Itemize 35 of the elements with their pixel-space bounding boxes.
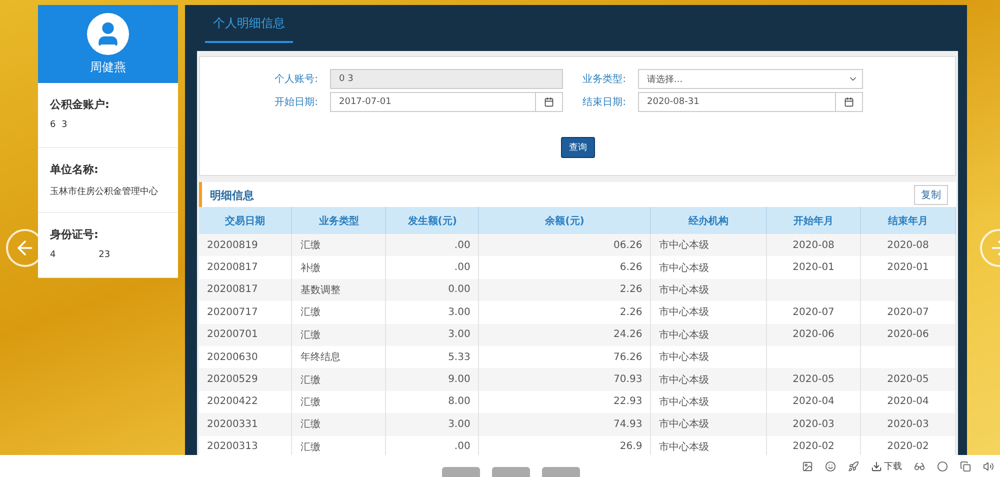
column-header[interactable]: 开始年月 bbox=[766, 207, 861, 234]
end-date-field[interactable]: 2020-08-31 bbox=[638, 92, 863, 112]
avatar-icon bbox=[87, 12, 129, 54]
field-value: 玉林市住房公积金管理中心 bbox=[50, 186, 159, 198]
section-title: 明细信息 bbox=[209, 188, 254, 202]
smiley-icon[interactable] bbox=[825, 460, 836, 472]
glasses-icon[interactable] bbox=[914, 460, 925, 472]
column-header[interactable]: 经办机构 bbox=[650, 207, 767, 234]
column-header[interactable]: 业务类型 bbox=[292, 207, 386, 234]
user-name: 周健燕 bbox=[90, 58, 126, 76]
field-label: 个人账号: bbox=[274, 72, 319, 86]
tab[interactable]: 个人明细信息 bbox=[205, 5, 293, 43]
download-icon bbox=[871, 460, 882, 472]
field-label: 身份证号: bbox=[50, 227, 100, 242]
column-header[interactable]: 交易日期 bbox=[199, 207, 292, 234]
image-icon[interactable] bbox=[802, 460, 813, 472]
speaker-icon[interactable] bbox=[983, 460, 994, 472]
copy-button[interactable]: 复制 bbox=[914, 185, 948, 205]
copy-icon[interactable] bbox=[960, 460, 971, 472]
field-label: 结束日期: bbox=[582, 96, 627, 109]
start-date-field[interactable]: 2017-07-01 bbox=[330, 92, 563, 112]
circle-icon[interactable] bbox=[937, 460, 948, 472]
field-label: 开始日期: bbox=[274, 96, 319, 109]
field-label: 业务类型: bbox=[582, 72, 627, 86]
query-button[interactable]: 查询 bbox=[561, 137, 595, 158]
field-value: 6 3 bbox=[50, 120, 68, 130]
column-header[interactable]: 结束年月 bbox=[860, 207, 956, 234]
download-button[interactable]: 下载 bbox=[871, 460, 902, 472]
type-select[interactable]: 请选择... bbox=[638, 69, 863, 89]
rocket-icon[interactable] bbox=[848, 460, 859, 472]
column-header[interactable]: 余额(元) bbox=[478, 207, 651, 234]
field-value: 4 23 bbox=[50, 250, 112, 260]
field-label: 公积金账户: bbox=[50, 97, 110, 112]
column-header[interactable]: 发生额(元) bbox=[386, 207, 479, 234]
field-label: 单位名称: bbox=[50, 162, 100, 177]
